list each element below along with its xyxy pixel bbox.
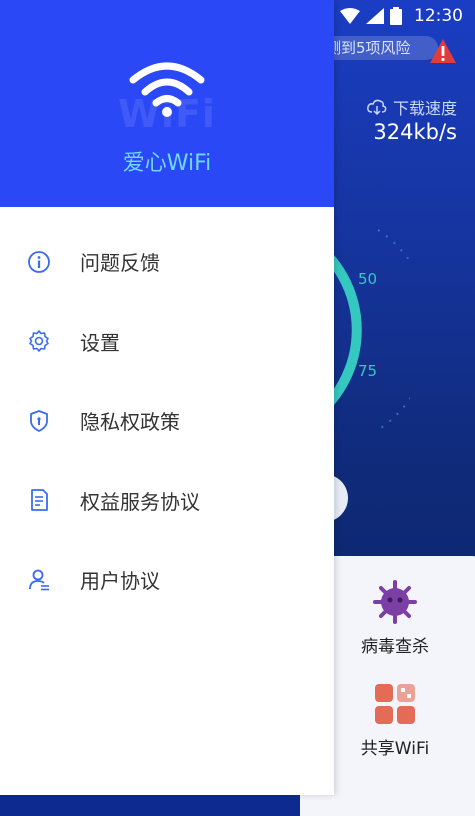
download-speed-label: 下载速度 [367, 95, 457, 119]
download-speed-text: 下载速度 [392, 99, 457, 118]
menu-item-feedback[interactable]: 问题反馈 [0, 222, 334, 302]
menu-item-settings[interactable]: 设置 [0, 302, 334, 382]
menu-item-service-agreement[interactable]: 权益服务协议 [0, 461, 334, 541]
gauge-tick-50: 50 [358, 270, 378, 288]
menu-label-feedback: 问题反馈 [80, 251, 160, 276]
wifi-logo-icon [129, 62, 205, 117]
share-wifi-icon [375, 684, 415, 724]
tool-virus-label: 病毒查杀 [361, 637, 429, 657]
tool-virus-scan[interactable]: 病毒查杀 [340, 578, 450, 657]
download-speed-value: 324kb/s [373, 120, 457, 144]
navigation-drawer: WiFi 爱心WiFi 问题反馈 设置 [0, 0, 334, 795]
menu-label-user-agreement: 用户协议 [80, 569, 160, 594]
menu-label-settings: 设置 [80, 330, 120, 355]
shield-icon [30, 409, 48, 432]
wifi-signal-icon [340, 8, 360, 24]
app-name: 爱心WiFi [122, 151, 212, 176]
status-time: 12:30 [414, 6, 463, 26]
cloud-download-icon [367, 99, 387, 115]
risk-banner[interactable]: 测到5项风险 [318, 36, 438, 60]
gear-icon [29, 330, 49, 353]
menu-item-user-agreement[interactable]: 用户协议 [0, 540, 334, 620]
drawer-menu: 问题反馈 设置 隐私权政策 权益服务协议 用户协议 [0, 222, 334, 620]
virus-icon [373, 580, 417, 624]
drawer-header: WiFi 爱心WiFi [0, 0, 334, 207]
warning-icon[interactable] [429, 38, 457, 64]
gauge-tick-75: 75 [358, 362, 378, 380]
info-icon [28, 250, 50, 273]
document-icon [31, 489, 48, 512]
user-icon [29, 569, 49, 591]
menu-label-privacy: 隐私权政策 [80, 410, 180, 435]
tool-share-wifi[interactable]: 共享WiFi [340, 680, 450, 759]
cell-signal-icon [366, 8, 384, 24]
tool-share-label: 共享WiFi [360, 739, 430, 759]
menu-item-privacy[interactable]: 隐私权政策 [0, 381, 334, 461]
battery-icon [390, 7, 402, 25]
menu-label-service-agreement: 权益服务协议 [80, 489, 200, 514]
